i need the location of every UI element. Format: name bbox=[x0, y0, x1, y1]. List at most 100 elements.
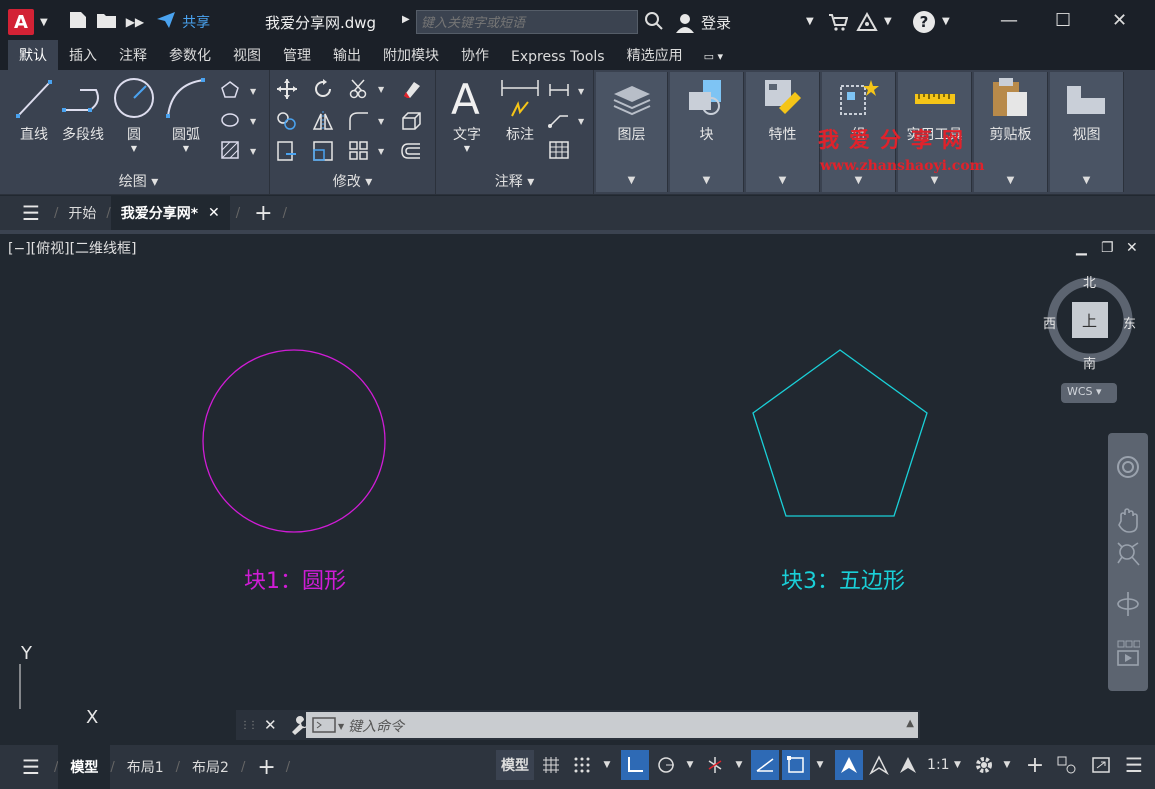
compass-south[interactable]: 南 bbox=[1083, 353, 1096, 372]
properties-tile[interactable]: 特性 ▼ bbox=[746, 72, 820, 192]
open-folder-icon[interactable] bbox=[96, 11, 118, 33]
offset-icon[interactable] bbox=[400, 140, 422, 162]
leader-icon[interactable]: ▼ bbox=[548, 110, 588, 130]
annotation-visibility-button[interactable] bbox=[835, 750, 863, 780]
fullscreen-button[interactable] bbox=[1087, 750, 1115, 780]
dimension-tool[interactable]: 标注 bbox=[498, 76, 542, 144]
block3-pentagon[interactable] bbox=[752, 349, 928, 517]
line-tool[interactable]: 直线 bbox=[14, 76, 54, 144]
scale-selector[interactable]: 1:1 ▼ bbox=[924, 750, 964, 780]
close-button[interactable]: ✕ bbox=[1112, 10, 1127, 31]
snap-dropdown-icon[interactable]: ▼ bbox=[598, 750, 616, 780]
circle-tool[interactable]: 圆 ▼ bbox=[112, 76, 156, 153]
layout1-tab[interactable]: 布局1 bbox=[115, 757, 176, 777]
orbit-icon[interactable] bbox=[1116, 590, 1140, 618]
tab-featured-apps[interactable]: 精选应用 bbox=[616, 42, 694, 70]
share-button[interactable]: 共享 bbox=[182, 12, 210, 32]
compass-east[interactable]: 东 bbox=[1123, 313, 1136, 332]
3d-box-icon[interactable] bbox=[400, 110, 422, 132]
erase-icon[interactable] bbox=[400, 78, 424, 100]
connect-dropdown-icon[interactable]: ▼ bbox=[884, 16, 892, 27]
block1-circle[interactable] bbox=[202, 349, 386, 533]
rotate-icon[interactable] bbox=[312, 78, 334, 100]
autodesk-connect-icon[interactable] bbox=[856, 11, 878, 36]
isodraft-dropdown-icon[interactable]: ▼ bbox=[731, 750, 747, 780]
snap-button[interactable] bbox=[568, 750, 596, 780]
help-button[interactable]: ? bbox=[913, 11, 935, 33]
zoom-extents-icon[interactable] bbox=[1116, 541, 1140, 567]
tab-manage[interactable]: 管理 bbox=[272, 42, 322, 70]
view-dropdown-icon[interactable]: ▼ bbox=[1050, 175, 1123, 186]
compass-west[interactable]: 西 bbox=[1043, 313, 1056, 332]
annotation-monitor-button[interactable]: + bbox=[1022, 750, 1048, 780]
mirror-icon[interactable] bbox=[312, 110, 334, 132]
layout-menu-icon[interactable]: ☰ bbox=[0, 755, 54, 779]
cmd-close-icon[interactable]: ✕ bbox=[264, 716, 277, 734]
isolate-objects-button[interactable] bbox=[1053, 750, 1081, 780]
tab-express-tools[interactable]: Express Tools bbox=[500, 46, 616, 70]
tab-annotate[interactable]: 注释 bbox=[108, 42, 158, 70]
new-file-icon[interactable] bbox=[68, 11, 88, 33]
polar-dropdown-icon[interactable]: ▼ bbox=[682, 750, 698, 780]
scale-icon[interactable] bbox=[312, 140, 334, 162]
close-tab-icon[interactable]: ✕ bbox=[208, 205, 220, 221]
osnap-dropdown-icon[interactable]: ▼ bbox=[812, 750, 828, 780]
tab-view[interactable]: 视图 bbox=[222, 42, 272, 70]
new-layout-button[interactable]: + bbox=[257, 755, 275, 780]
tab-default[interactable]: 默认 bbox=[8, 40, 58, 70]
modify-panel-title[interactable]: 修改 ▾ bbox=[270, 171, 435, 191]
linear-dimension-icon[interactable]: ▼ bbox=[548, 80, 588, 100]
polar-button[interactable] bbox=[652, 750, 680, 780]
clipboard-tile[interactable]: 剪贴板 ▼ bbox=[974, 72, 1048, 192]
cart-icon[interactable] bbox=[828, 12, 849, 36]
table-icon[interactable] bbox=[548, 140, 570, 160]
trim-icon[interactable]: ▼ bbox=[348, 78, 388, 100]
polyline-tool[interactable]: 多段线 bbox=[58, 76, 108, 144]
circle-dropdown-icon[interactable]: ▼ bbox=[112, 144, 156, 153]
app-logo-button[interactable]: A bbox=[8, 9, 34, 35]
ellipse-icon[interactable]: ▼ bbox=[220, 110, 260, 130]
arc-dropdown-icon[interactable]: ▼ bbox=[164, 144, 208, 153]
search-input[interactable] bbox=[416, 10, 638, 34]
move-icon[interactable] bbox=[276, 78, 298, 100]
cmd-history-icon[interactable]: ▲ bbox=[906, 718, 914, 729]
object-snap-tracking-button[interactable] bbox=[751, 750, 779, 780]
more-tools-icon[interactable]: ▶▶ bbox=[126, 15, 144, 29]
block-tile[interactable]: 块 ▼ bbox=[670, 72, 744, 192]
tab-collaborate[interactable]: 协作 bbox=[450, 42, 500, 70]
workspace-dropdown-icon[interactable]: ▼ bbox=[999, 750, 1015, 780]
ortho-button[interactable] bbox=[621, 750, 649, 780]
block-dropdown-icon[interactable]: ▼ bbox=[670, 175, 743, 186]
group-dropdown-icon[interactable]: ▼ bbox=[822, 175, 895, 186]
copy-icon[interactable] bbox=[276, 110, 298, 132]
properties-dropdown-icon[interactable]: ▼ bbox=[746, 175, 819, 186]
file-tabs-menu-icon[interactable]: ☰ bbox=[0, 201, 54, 225]
new-tab-button[interactable]: + bbox=[254, 201, 272, 226]
command-input[interactable]: 键入命令 bbox=[306, 712, 918, 738]
cmd-prompt-icon[interactable]: ▼ bbox=[312, 717, 346, 733]
customization-menu-icon[interactable]: ☰ bbox=[1120, 750, 1148, 780]
document-tab[interactable]: 我爱分享网* ✕ bbox=[110, 196, 230, 230]
pan-hand-icon[interactable] bbox=[1116, 507, 1140, 533]
isodraft-button[interactable] bbox=[702, 750, 728, 780]
annotation-panel-title[interactable]: 注释 ▾ bbox=[436, 171, 593, 191]
search-icon[interactable] bbox=[644, 11, 664, 35]
annotation-scale-button[interactable] bbox=[895, 750, 921, 780]
tab-insert[interactable]: 插入 bbox=[58, 42, 108, 70]
cmd-grip-handle[interactable]: ⋮⋮ bbox=[240, 720, 258, 731]
showmotion-icon[interactable] bbox=[1116, 639, 1140, 667]
view-tile[interactable]: 视图 ▼ bbox=[1050, 72, 1124, 192]
viewcube-face-top[interactable]: 上 bbox=[1082, 310, 1097, 331]
grid-button[interactable] bbox=[537, 750, 565, 780]
login-dropdown-icon[interactable]: ▼ bbox=[806, 16, 814, 27]
text-dropdown-icon[interactable]: ▼ bbox=[446, 144, 488, 153]
stretch-icon[interactable] bbox=[276, 140, 298, 162]
tab-parametric[interactable]: 参数化 bbox=[158, 42, 222, 70]
share-icon[interactable] bbox=[156, 11, 176, 33]
app-menu-arrow-icon[interactable]: ▼ bbox=[40, 17, 48, 28]
compass-north[interactable]: 北 bbox=[1083, 272, 1096, 291]
maximize-button[interactable]: ☐ bbox=[1055, 10, 1071, 31]
auto-scale-button[interactable] bbox=[866, 750, 892, 780]
layers-tile[interactable]: 图层 ▼ bbox=[596, 72, 668, 192]
draw-panel-title[interactable]: 绘图 ▾ bbox=[8, 171, 269, 191]
